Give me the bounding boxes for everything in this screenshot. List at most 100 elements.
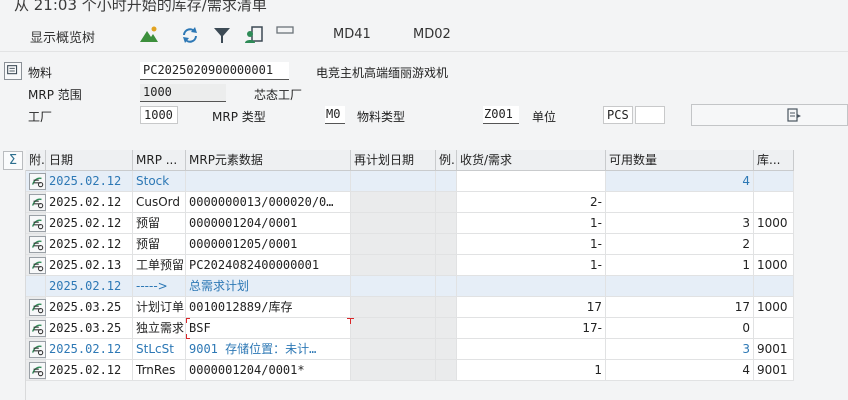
cell-date: 2025.02.12 [46,213,133,234]
cell-mrp-element: 独立需求 [133,318,186,339]
detail-icon[interactable] [29,215,46,232]
cell-reschedule-date [351,297,436,318]
cell-focus-corner-tr [347,318,351,324]
cell-exception [436,213,457,234]
cell-reschedule-date [351,213,436,234]
cell-reschedule-date [351,192,436,213]
col-mrp-element-data[interactable]: MRP元素数据 [186,150,351,171]
table-row[interactable]: 2025.02.12 CusOrd 0000000013/000020/0… 2- [0,192,848,213]
cell-available-qty: 3 [606,213,754,234]
cell-date: 2025.03.25 [46,318,133,339]
cell-available-qty [606,276,754,297]
cell-available-qty: 1 [606,255,754,276]
table-row[interactable]: 2025.02.12 TrnRes 0000001204/0001* 1 4 9001 [0,360,848,381]
col-available-qty[interactable]: 可用数量 [606,150,754,171]
cell-element-data: BSF [186,318,351,339]
cell-mrp-element: 预留 [133,213,186,234]
refresh-icon[interactable] [179,24,201,46]
user-list-icon[interactable] [243,24,265,46]
cell-receipt-requirement [457,339,606,360]
cell-storage-location: 9001 [754,339,794,360]
cell-mrp-element: 预留 [133,234,186,255]
cell-element-data: 0010012889/库存 [186,297,351,318]
cell-focus-corner-bl [186,334,190,339]
table-row[interactable]: 2025.03.25 独立需求 BSF 17- 0 [0,318,848,339]
cell-reschedule-date [351,339,436,360]
col-mrp-element[interactable]: MRP ... [133,150,186,171]
table-row[interactable]: 2025.02.13 工单预留 PC2024082400000001 1- 1 1000 [0,255,848,276]
cell-storage-location: 1000 [754,297,794,318]
col-attachment[interactable]: 附. [26,150,46,171]
cell-exception [436,192,457,213]
detail-icon[interactable] [29,362,46,379]
cell-mrp-element: StLcSt [133,339,186,360]
detail-icon[interactable] [29,236,46,253]
table-row[interactable]: 2025.02.12 StLcSt 9001 存储位置：未计… 3 9001 [0,339,848,360]
cell-receipt-requirement: 17 [457,297,606,318]
unit-extra-field[interactable] [635,106,665,124]
cell-date: 2025.02.12 [46,192,133,213]
mrp-area-field[interactable]: 1000 [140,84,226,102]
cell-reschedule-date [351,318,436,339]
detail-icon[interactable] [29,257,46,274]
cell-available-qty: 4 [606,360,754,381]
cell-exception [436,276,457,297]
unit-field[interactable]: PCS [603,106,633,124]
material-description: 电竞主机高端缅丽游戏机 [316,66,449,80]
cell-mrp-element: CusOrd [133,192,186,213]
detail-icon[interactable] [29,299,46,316]
page-title: 从 21:03 个小时开始的库存/需求清单 [14,0,267,14]
cell-mrp-element: Stock [133,171,186,192]
cell-mrp-element: -----> [133,276,186,297]
message-icon[interactable] [275,24,297,46]
col-date[interactable]: 日期 [46,150,133,171]
mountain-icon[interactable] [138,24,160,46]
cell-receipt-requirement: 1- [457,213,606,234]
stock-icon[interactable] [29,173,46,190]
table-row[interactable]: 2025.02.12 Stock 4 [0,171,848,192]
col-reschedule-date[interactable]: 再计划日期 [351,150,436,171]
cell-receipt-requirement: 1- [457,234,606,255]
material-type-field[interactable]: Z001 [483,106,519,124]
material-type-label: 物料类型 [357,110,406,124]
mrp-area-label: MRP 范围 [28,88,82,102]
md02-button[interactable]: MD02 [413,27,451,42]
table-row[interactable]: 2025.02.12 -----> 总需求计划 [0,276,848,297]
material-field[interactable]: PC2025020900000001 [140,62,289,80]
md41-button[interactable]: MD41 [333,27,371,42]
mrp-type-field[interactable]: M0 [325,106,345,124]
detail-button[interactable] [691,104,848,126]
header-toggle-icon[interactable] [4,62,22,80]
cell-mrp-element: 计划订单 [133,297,186,318]
detail-icon[interactable] [29,194,46,211]
cell-attachment[interactable] [26,276,46,297]
cell-date: 2025.03.25 [46,297,133,318]
cell-mrp-element: TrnRes [133,360,186,381]
cell-receipt-requirement: 17- [457,318,606,339]
cell-focus-corner-tl2 [186,318,190,323]
overview-tree-button[interactable]: 显示概览树 [30,27,95,46]
mrp-area-description: 芯态工厂 [254,88,303,102]
table-row[interactable]: 2025.03.25 计划订单 0010012889/库存 17 17 1000 [0,297,848,318]
cell-storage-location: 1000 [754,213,794,234]
cell-reschedule-date [351,234,436,255]
table-row[interactable]: 2025.02.12 预留 0000001204/0001 1- 3 1000 [0,213,848,234]
cell-receipt-requirement: 2- [457,192,606,213]
detail-icon[interactable] [29,320,46,337]
col-exception[interactable]: 例. [436,150,457,171]
filter-icon[interactable] [211,24,233,46]
cell-exception [436,234,457,255]
material-label: 物料 [28,66,53,80]
mrp-type-label: MRP 类型 [212,110,266,124]
cell-exception [436,297,457,318]
cell-available-qty: 3 [606,339,754,360]
col-receipt-requirement[interactable]: 收货/需求 [457,150,606,171]
table-row[interactable]: 2025.02.12 预留 0000001205/0001 1- 2 [0,234,848,255]
cell-reschedule-date [351,255,436,276]
plant-field[interactable]: 1000 [140,106,178,124]
detail-icon[interactable] [29,341,46,358]
col-storage-location[interactable]: 库... [754,150,794,171]
cell-exception [436,360,457,381]
cell-date: 2025.02.12 [46,339,133,360]
cell-date: 2025.02.12 [46,234,133,255]
